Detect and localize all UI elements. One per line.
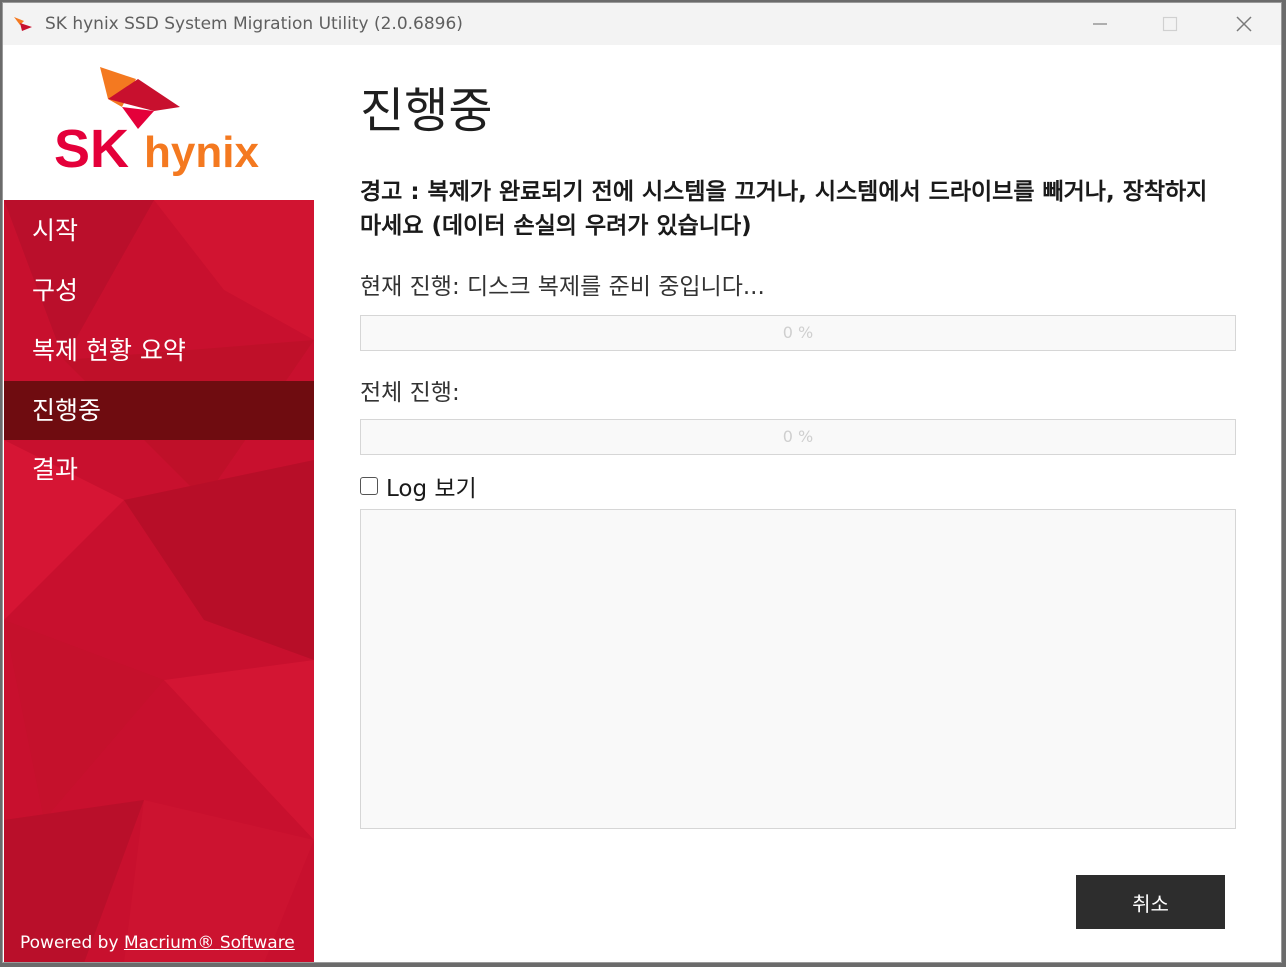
current-progress-label: 현재 진행: 디스크 복제를 준비 중입니다... [360,274,765,300]
sidebar-nav: 시작 구성 복제 현황 요약 진행중 결과 Powered by Macrium… [4,200,314,962]
powered-by: Powered by Macrium® Software [20,933,295,953]
macrium-link[interactable]: Macrium® Software [124,933,295,953]
software-link-text: Software [219,933,295,953]
total-progress-label: 전체 진행: [360,380,460,406]
close-icon [1236,16,1252,32]
sk-hynix-logo: SK hynix [54,67,259,179]
maximize-icon [1162,16,1178,32]
current-progress-text: 0 % [782,323,814,342]
cancel-button[interactable]: 취소 [1076,875,1225,929]
logo-sk-text: SK [54,119,129,179]
title-bar[interactable]: SK hynix SSD System Migration Utility (2… [3,3,1281,45]
main-content: 진행중 경고 : 복제가 완료되기 전에 시스템을 끄거나, 시스템에서 드라이… [314,45,1281,962]
total-progress-text: 0 % [782,427,814,446]
close-button[interactable] [1215,7,1273,41]
sidebar-item-configure[interactable]: 구성 [4,261,314,320]
sidebar-item-progress[interactable]: 진행중 [4,381,314,440]
log-toggle[interactable]: Log 보기 [360,469,477,503]
log-output[interactable] [360,509,1236,829]
window-title: SK hynix SSD System Migration Utility (2… [45,14,463,34]
powered-prefix: Powered by [20,933,119,953]
minimize-icon [1093,23,1107,25]
warning-message: 경고 : 복제가 완료되기 전에 시스템을 끄거나, 시스템에서 드라이브를 빼… [360,179,1208,239]
sidebar-item-start[interactable]: 시작 [4,201,314,260]
registered-mark: ® [197,933,215,953]
logo-area: SK hynix [4,45,314,200]
log-checkbox-label: Log 보기 [386,476,477,502]
current-progress-bar: 0 % [360,315,1236,351]
maximize-button[interactable] [1141,7,1199,41]
sidebar: SK hynix 시작 구성 복제 현황 요약 진행중 결과 Powered b… [4,45,314,962]
total-progress-bar: 0 % [360,419,1236,455]
page-title: 진행중 [360,83,493,139]
log-checkbox[interactable] [360,477,378,495]
macrium-link-text: Macrium [123,933,198,953]
sidebar-item-summary[interactable]: 복제 현황 요약 [4,321,314,380]
logo-hynix-text: hynix [144,128,259,177]
sk-hynix-app-icon [14,17,32,31]
sidebar-item-result[interactable]: 결과 [4,440,314,499]
app-window: SK hynix SSD System Migration Utility (2… [2,2,1282,963]
minimize-button[interactable] [1071,7,1129,41]
